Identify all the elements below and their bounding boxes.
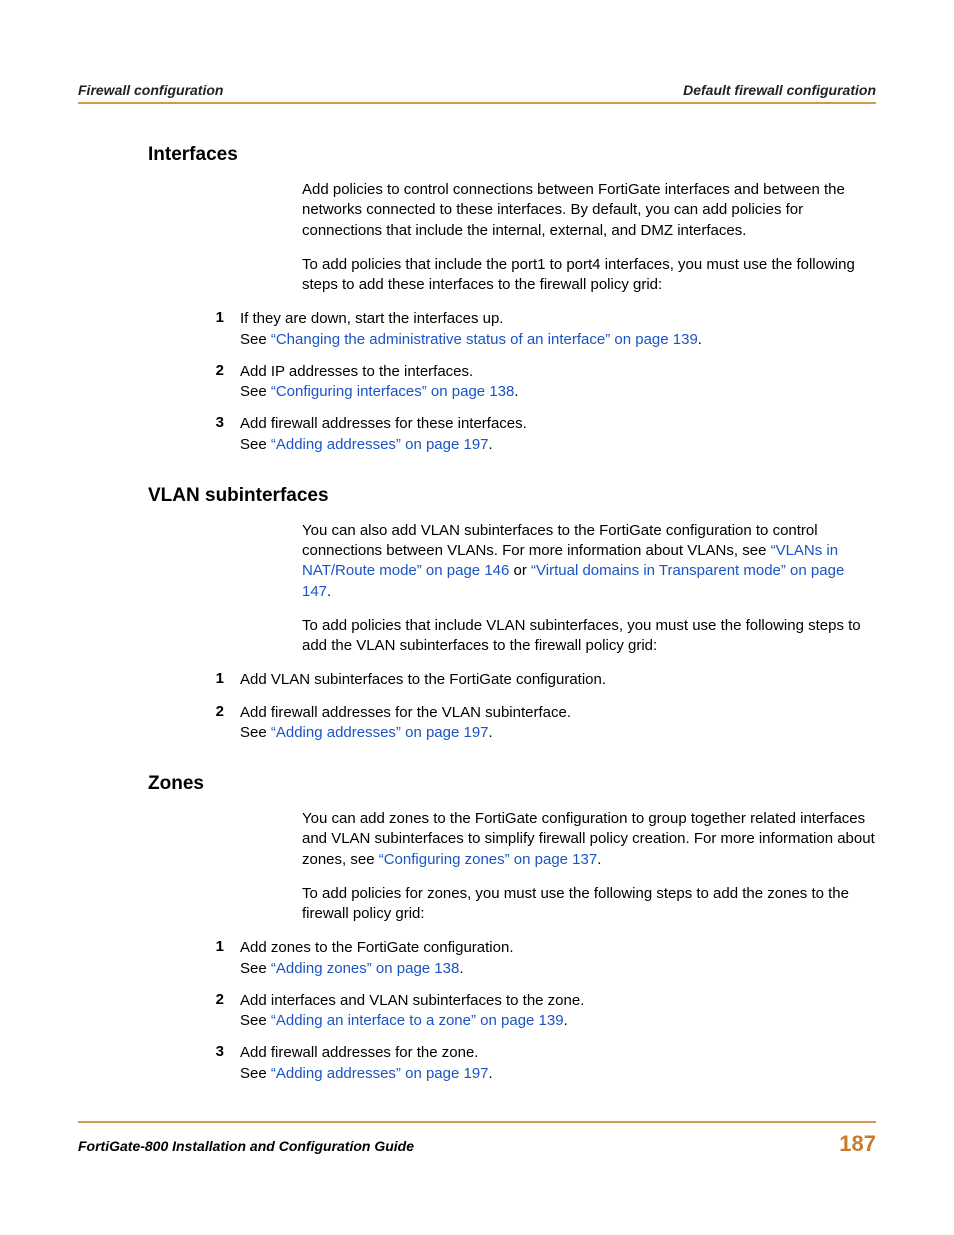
running-header: Firewall configuration Default firewall … <box>78 82 876 102</box>
list-item: 1 Add zones to the FortiGate configurati… <box>206 938 876 979</box>
vlan-para2: To add policies that include VLAN subint… <box>302 616 876 657</box>
interfaces-list: 1 If they are down, start the interfaces… <box>206 309 876 455</box>
list-body: Add interfaces and VLAN subinterfaces to… <box>240 991 876 1032</box>
list-body: Add firewall addresses for the zone. See… <box>240 1043 876 1084</box>
xref-link[interactable]: “Configuring zones” on page 137 <box>379 851 597 868</box>
list-number: 1 <box>206 309 240 350</box>
list-item: 1 Add VLAN subinterfaces to the FortiGat… <box>206 670 876 690</box>
see-suffix: . <box>514 383 518 400</box>
heading-interfaces: Interfaces <box>148 144 876 166</box>
list-text: Add interfaces and VLAN subinterfaces to… <box>240 992 584 1009</box>
xref-link[interactable]: “Adding addresses” on page 197 <box>271 436 489 453</box>
vlan-para1: You can also add VLAN subinterfaces to t… <box>302 521 876 602</box>
list-number: 2 <box>206 991 240 1032</box>
xref-link[interactable]: “Changing the administrative status of a… <box>271 331 698 348</box>
list-number: 1 <box>206 938 240 979</box>
header-right: Default firewall configuration <box>683 82 876 98</box>
zones-para1: You can add zones to the FortiGate confi… <box>302 809 876 870</box>
list-body: If they are down, start the interfaces u… <box>240 309 876 350</box>
footer-row: FortiGate-800 Installation and Configura… <box>78 1131 876 1157</box>
see-prefix: See <box>240 1065 271 1082</box>
see-prefix: See <box>240 724 271 741</box>
interfaces-para2: To add policies that include the port1 t… <box>302 255 876 296</box>
list-text: Add firewall addresses for the VLAN subi… <box>240 704 571 721</box>
page-container: Firewall configuration Default firewall … <box>0 0 954 1235</box>
list-body: Add IP addresses to the interfaces. See … <box>240 362 876 403</box>
zones-list: 1 Add zones to the FortiGate configurati… <box>206 938 876 1084</box>
list-body: Add zones to the FortiGate configuration… <box>240 938 876 979</box>
list-number: 2 <box>206 703 240 744</box>
see-suffix: . <box>564 1012 568 1029</box>
list-item: 2 Add firewall addresses for the VLAN su… <box>206 703 876 744</box>
footer-rule <box>78 1121 876 1123</box>
list-text: Add firewall addresses for the zone. <box>240 1044 478 1061</box>
running-footer: FortiGate-800 Installation and Configura… <box>78 1121 876 1157</box>
list-number: 3 <box>206 1043 240 1084</box>
zones-para2: To add policies for zones, you must use … <box>302 884 876 925</box>
xref-link[interactable]: “Configuring interfaces” on page 138 <box>271 383 515 400</box>
xref-link[interactable]: “Adding zones” on page 138 <box>271 960 459 977</box>
see-prefix: See <box>240 383 271 400</box>
body-interfaces: Add policies to control connections betw… <box>206 180 876 295</box>
list-text: Add zones to the FortiGate configuration… <box>240 939 514 956</box>
list-item: 3 Add firewall addresses for the zone. S… <box>206 1043 876 1084</box>
vlan-para1-mid: or <box>509 562 531 579</box>
see-suffix: . <box>489 724 493 741</box>
list-text: Add VLAN subinterfaces to the FortiGate … <box>240 671 606 688</box>
heading-vlan: VLAN subinterfaces <box>148 485 876 507</box>
see-prefix: See <box>240 1012 271 1029</box>
xref-link[interactable]: “Adding an interface to a zone” on page … <box>271 1012 564 1029</box>
see-prefix: See <box>240 960 271 977</box>
list-text: Add firewall addresses for these interfa… <box>240 415 527 432</box>
vlan-list: 1 Add VLAN subinterfaces to the FortiGat… <box>206 670 876 743</box>
list-body: Add firewall addresses for these interfa… <box>240 414 876 455</box>
zones-para1-suffix: . <box>597 851 601 868</box>
list-item: 2 Add interfaces and VLAN subinterfaces … <box>206 991 876 1032</box>
list-number: 3 <box>206 414 240 455</box>
see-suffix: . <box>698 331 702 348</box>
xref-link[interactable]: “Adding addresses” on page 197 <box>271 724 489 741</box>
list-item: 1 If they are down, start the interfaces… <box>206 309 876 350</box>
see-suffix: . <box>489 436 493 453</box>
header-left: Firewall configuration <box>78 82 223 98</box>
list-number: 1 <box>206 670 240 690</box>
body-vlan: You can also add VLAN subinterfaces to t… <box>206 521 876 657</box>
see-prefix: See <box>240 331 271 348</box>
heading-zones: Zones <box>148 773 876 795</box>
xref-link[interactable]: “Adding addresses” on page 197 <box>271 1065 489 1082</box>
list-body: Add VLAN subinterfaces to the FortiGate … <box>240 670 876 690</box>
page-number: 187 <box>839 1131 876 1157</box>
vlan-para1-prefix: You can also add VLAN subinterfaces to t… <box>302 522 818 559</box>
header-rule <box>78 102 876 104</box>
list-item: 2 Add IP addresses to the interfaces. Se… <box>206 362 876 403</box>
vlan-para1-suffix: . <box>327 583 331 600</box>
see-suffix: . <box>459 960 463 977</box>
body-zones: You can add zones to the FortiGate confi… <box>206 809 876 924</box>
see-prefix: See <box>240 436 271 453</box>
footer-left: FortiGate-800 Installation and Configura… <box>78 1138 414 1154</box>
list-item: 3 Add firewall addresses for these inter… <box>206 414 876 455</box>
list-body: Add firewall addresses for the VLAN subi… <box>240 703 876 744</box>
list-text: Add IP addresses to the interfaces. <box>240 363 473 380</box>
interfaces-para1: Add policies to control connections betw… <box>302 180 876 241</box>
list-number: 2 <box>206 362 240 403</box>
see-suffix: . <box>489 1065 493 1082</box>
list-text: If they are down, start the interfaces u… <box>240 310 503 327</box>
